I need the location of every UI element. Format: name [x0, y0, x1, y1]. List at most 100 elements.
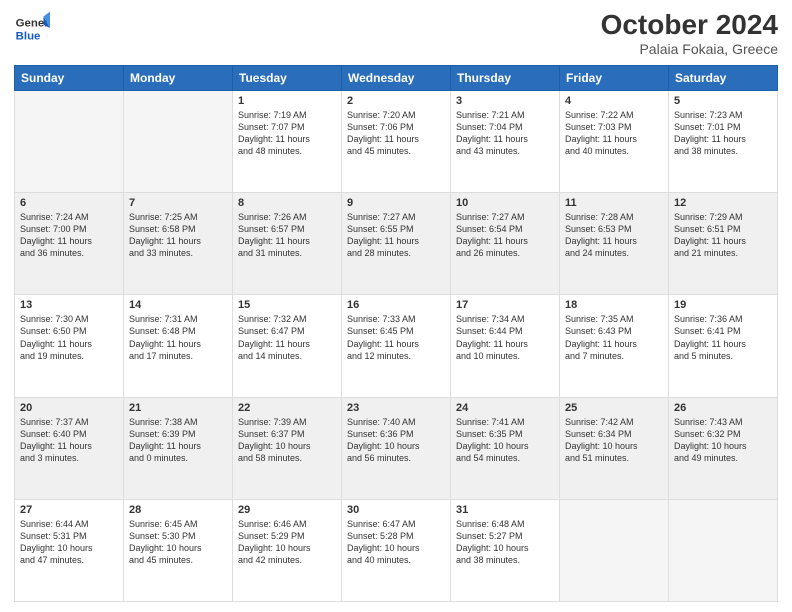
table-row: 14Sunrise: 7:31 AM Sunset: 6:48 PM Dayli…: [124, 295, 233, 397]
day-info: Sunrise: 7:23 AM Sunset: 7:01 PM Dayligh…: [674, 109, 772, 158]
header: General Blue October 2024 Palaia Fokaia,…: [14, 10, 778, 57]
day-number: 15: [238, 299, 336, 311]
day-info: Sunrise: 7:32 AM Sunset: 6:47 PM Dayligh…: [238, 313, 336, 362]
day-info: Sunrise: 7:34 AM Sunset: 6:44 PM Dayligh…: [456, 313, 554, 362]
day-info: Sunrise: 7:22 AM Sunset: 7:03 PM Dayligh…: [565, 109, 663, 158]
day-info: Sunrise: 7:27 AM Sunset: 6:55 PM Dayligh…: [347, 211, 445, 260]
table-row: 28Sunrise: 6:45 AM Sunset: 5:30 PM Dayli…: [124, 499, 233, 601]
table-row: 1Sunrise: 7:19 AM Sunset: 7:07 PM Daylig…: [233, 90, 342, 192]
day-number: 5: [674, 95, 772, 107]
table-row: 21 Sunrise: 7:38 AM Sunset: 6:39 PM Dayli…: [124, 397, 233, 499]
table-row: 26Sunrise: 7:43 AM Sunset: 6:32 PM Dayli…: [669, 397, 778, 499]
calendar-week-row: 20Sunrise: 7:37 AM Sunset: 6:40 PM Dayli…: [15, 397, 778, 499]
page: General Blue October 2024 Palaia Fokaia,…: [0, 0, 792, 612]
table-row: 27Sunrise: 6:44 AM Sunset: 5:31 PM Dayli…: [15, 499, 124, 601]
day-number: 25: [565, 402, 663, 414]
day-info: Sunrise: 7:24 AM Sunset: 7:00 PM Dayligh…: [20, 211, 118, 260]
logo-icon: General Blue: [14, 10, 50, 46]
day-number: 24: [456, 402, 554, 414]
day-number: 12: [674, 197, 772, 209]
table-row: 15 Sunrise: 7:32 AM Sunset: 6:47 PM Dayli…: [233, 295, 342, 397]
day-number: 3: [456, 95, 554, 107]
day-number: 6: [20, 197, 118, 209]
col-thursday: Thursday: [451, 65, 560, 90]
day-number: 4: [565, 95, 663, 107]
day-number: 1: [238, 95, 336, 107]
col-sunday: Sunday: [15, 65, 124, 90]
day-info: Sunrise: 7:40 AM Sunset: 6:36 PM Dayligh…: [347, 416, 445, 465]
day-number: 21: [129, 402, 227, 414]
table-row: 10 Sunrise: 7:27 AM Sunset: 6:54 PM Dayli…: [451, 193, 560, 295]
day-number: 18: [565, 299, 663, 311]
calendar-week-row: 13 Sunrise: 7:30 AM Sunset: 6:50 PM Dayli…: [15, 295, 778, 397]
day-number: 13: [20, 299, 118, 311]
table-row: [560, 499, 669, 601]
day-number: 29: [238, 504, 336, 516]
day-info: Sunrise: 7:21 AM Sunset: 7:04 PM Dayligh…: [456, 109, 554, 158]
day-info: Sunrise: 7:36 AM Sunset: 6:41 PM Dayligh…: [674, 313, 772, 362]
day-number: 11: [565, 197, 663, 209]
day-info: Sunrise: 7:20 AM Sunset: 7:06 PM Dayligh…: [347, 109, 445, 158]
day-info: Sunrise: 7:25 AM Sunset: 6:58 PM Dayligh…: [129, 211, 227, 260]
table-row: 3 Sunrise: 7:21 AM Sunset: 7:04 PM Daylig…: [451, 90, 560, 192]
day-info: Sunrise: 6:48 AM Sunset: 5:27 PM Dayligh…: [456, 518, 554, 567]
calendar-header-row: Sunday Monday Tuesday Wednesday Thursday…: [15, 65, 778, 90]
svg-text:Blue: Blue: [16, 30, 41, 42]
table-row: 17Sunrise: 7:34 AM Sunset: 6:44 PM Dayli…: [451, 295, 560, 397]
day-number: 30: [347, 504, 445, 516]
table-row: 5 Sunrise: 7:23 AM Sunset: 7:01 PM Daylig…: [669, 90, 778, 192]
table-row: 25 Sunrise: 7:42 AM Sunset: 6:34 PM Dayli…: [560, 397, 669, 499]
table-row: 13 Sunrise: 7:30 AM Sunset: 6:50 PM Dayli…: [15, 295, 124, 397]
day-info: Sunrise: 7:39 AM Sunset: 6:37 PM Dayligh…: [238, 416, 336, 465]
day-info: Sunrise: 6:44 AM Sunset: 5:31 PM Dayligh…: [20, 518, 118, 567]
day-number: 28: [129, 504, 227, 516]
table-row: [124, 90, 233, 192]
day-info: Sunrise: 7:38 AM Sunset: 6:39 PM Dayligh…: [129, 416, 227, 465]
day-info: Sunrise: 6:46 AM Sunset: 5:29 PM Dayligh…: [238, 518, 336, 567]
table-row: 22 Sunrise: 7:39 AM Sunset: 6:37 PM Dayli…: [233, 397, 342, 499]
table-row: 2Sunrise: 7:20 AM Sunset: 7:06 PM Daylig…: [342, 90, 451, 192]
day-info: Sunrise: 7:35 AM Sunset: 6:43 PM Dayligh…: [565, 313, 663, 362]
day-info: Sunrise: 7:29 AM Sunset: 6:51 PM Dayligh…: [674, 211, 772, 260]
col-monday: Monday: [124, 65, 233, 90]
day-number: 8: [238, 197, 336, 209]
calendar-week-row: 1Sunrise: 7:19 AM Sunset: 7:07 PM Daylig…: [15, 90, 778, 192]
day-info: Sunrise: 7:26 AM Sunset: 6:57 PM Dayligh…: [238, 211, 336, 260]
col-wednesday: Wednesday: [342, 65, 451, 90]
calendar-week-row: 27Sunrise: 6:44 AM Sunset: 5:31 PM Dayli…: [15, 499, 778, 601]
table-row: 16 Sunrise: 7:33 AM Sunset: 6:45 PM Dayli…: [342, 295, 451, 397]
col-saturday: Saturday: [669, 65, 778, 90]
table-row: 31 Sunrise: 6:48 AM Sunset: 5:27 PM Dayli…: [451, 499, 560, 601]
day-info: Sunrise: 6:47 AM Sunset: 5:28 PM Dayligh…: [347, 518, 445, 567]
page-subtitle: Palaia Fokaia, Greece: [601, 41, 778, 57]
col-friday: Friday: [560, 65, 669, 90]
day-info: Sunrise: 7:31 AM Sunset: 6:48 PM Dayligh…: [129, 313, 227, 362]
day-info: Sunrise: 7:43 AM Sunset: 6:32 PM Dayligh…: [674, 416, 772, 465]
calendar-table: Sunday Monday Tuesday Wednesday Thursday…: [14, 65, 778, 602]
day-number: 19: [674, 299, 772, 311]
table-row: 18 Sunrise: 7:35 AM Sunset: 6:43 PM Dayli…: [560, 295, 669, 397]
table-row: 9Sunrise: 7:27 AM Sunset: 6:55 PM Daylig…: [342, 193, 451, 295]
day-number: 16: [347, 299, 445, 311]
day-number: 22: [238, 402, 336, 414]
page-title: October 2024: [601, 10, 778, 41]
table-row: 20Sunrise: 7:37 AM Sunset: 6:40 PM Dayli…: [15, 397, 124, 499]
logo: General Blue: [14, 10, 50, 46]
day-number: 31: [456, 504, 554, 516]
table-row: 23Sunrise: 7:40 AM Sunset: 6:36 PM Dayli…: [342, 397, 451, 499]
day-number: 7: [129, 197, 227, 209]
table-row: 19 Sunrise: 7:36 AM Sunset: 6:41 PM Dayli…: [669, 295, 778, 397]
day-info: Sunrise: 7:27 AM Sunset: 6:54 PM Dayligh…: [456, 211, 554, 260]
day-info: Sunrise: 7:41 AM Sunset: 6:35 PM Dayligh…: [456, 416, 554, 465]
day-info: Sunrise: 7:30 AM Sunset: 6:50 PM Dayligh…: [20, 313, 118, 362]
table-row: [15, 90, 124, 192]
day-info: Sunrise: 7:28 AM Sunset: 6:53 PM Dayligh…: [565, 211, 663, 260]
table-row: 4 Sunrise: 7:22 AM Sunset: 7:03 PM Daylig…: [560, 90, 669, 192]
day-info: Sunrise: 7:33 AM Sunset: 6:45 PM Dayligh…: [347, 313, 445, 362]
day-info: Sunrise: 7:42 AM Sunset: 6:34 PM Dayligh…: [565, 416, 663, 465]
table-row: [669, 499, 778, 601]
table-row: 11 Sunrise: 7:28 AM Sunset: 6:53 PM Dayli…: [560, 193, 669, 295]
day-number: 10: [456, 197, 554, 209]
day-info: Sunrise: 7:37 AM Sunset: 6:40 PM Dayligh…: [20, 416, 118, 465]
table-row: 12 Sunrise: 7:29 AM Sunset: 6:51 PM Dayli…: [669, 193, 778, 295]
